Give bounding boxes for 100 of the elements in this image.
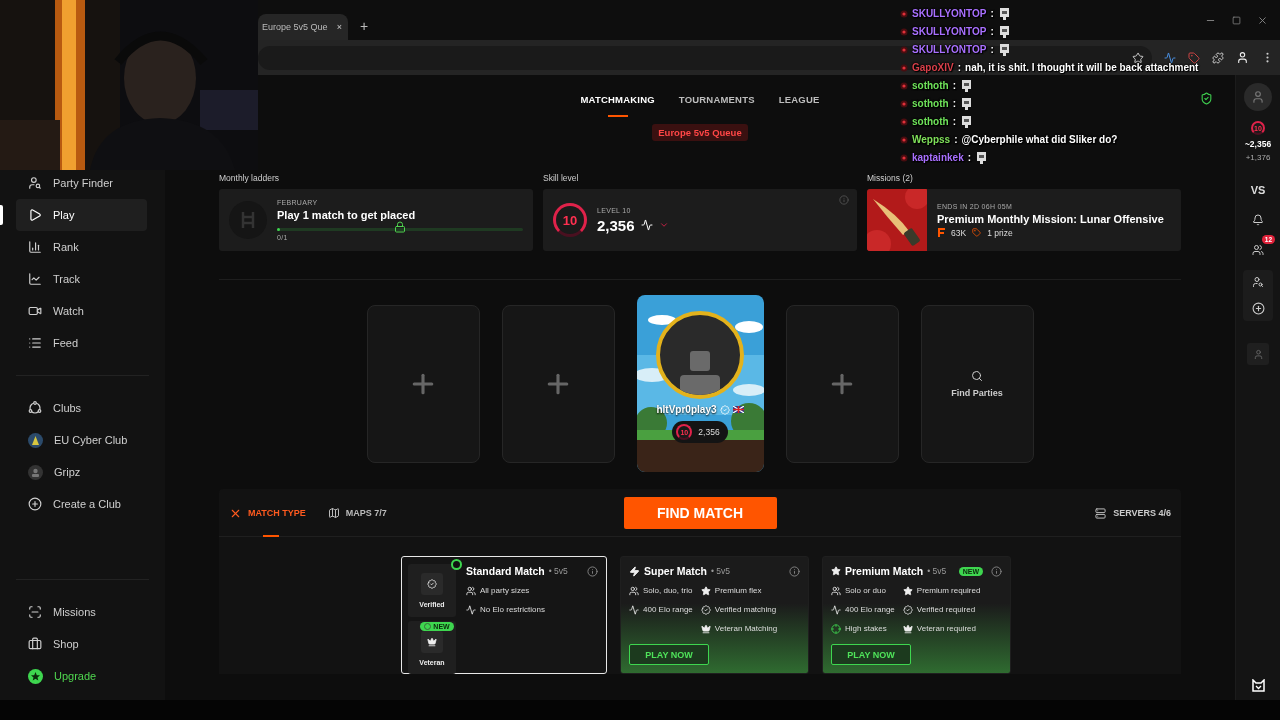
find-parties-slot[interactable]: Find Parties <box>920 304 1034 463</box>
lightning-icon <box>629 565 640 577</box>
new-tab-button[interactable]: + <box>360 18 369 34</box>
elo-change: +1,376 <box>1245 153 1271 162</box>
play-now-button[interactable]: PLAY NOW <box>629 644 709 665</box>
panel-tab[interactable]: MAPS 7/7 <box>327 489 387 537</box>
video-camera-icon <box>28 304 42 318</box>
sidebar-item[interactable]: Create a Club <box>16 488 147 520</box>
match-type-card[interactable]: Super Match • 5v5 Solo, duo, trio 400 Elo range Premium flex Verified matching Veteran Matching PLAY NOW <box>620 556 809 674</box>
sidebar-item[interactable]: Upgrade <box>16 660 147 692</box>
queue-badge: Europe 5v5 Queue <box>652 124 748 141</box>
chat-username: kaptainkek <box>912 152 964 163</box>
circle-nodes-icon <box>28 401 42 415</box>
chat-separator: : <box>967 152 972 163</box>
nav-tab[interactable]: MATCHMAKING <box>580 90 655 117</box>
shield-icon[interactable] <box>1200 92 1213 105</box>
check-badge-icon <box>427 579 437 589</box>
selection-indicator <box>0 205 3 225</box>
star-icon <box>902 585 913 596</box>
puzzle-icon[interactable] <box>1212 51 1224 64</box>
sidebar-item[interactable]: Watch <box>16 295 147 327</box>
users-icon <box>831 585 841 596</box>
users-icon <box>629 585 639 596</box>
chat-username: SKULLYONTOP <box>912 44 987 55</box>
star-badge-icon <box>28 668 43 684</box>
chat-message: nah, it is shit. I thought it will be back attachment <box>965 62 1199 73</box>
browser-tab[interactable]: Europe 5v5 Que × <box>258 14 348 40</box>
info-icon[interactable] <box>789 565 800 577</box>
user-search-icon[interactable] <box>1252 276 1264 288</box>
friends-icon[interactable] <box>1252 244 1264 256</box>
crown-icon <box>427 636 437 647</box>
feature-text: High stakes <box>845 624 887 633</box>
feature-text: Veteran required <box>916 624 976 633</box>
sidebar-item[interactable]: Track <box>16 263 147 295</box>
chat-message: @Cyberphile what did Sliker do? <box>961 134 1118 145</box>
user-avatar <box>28 464 43 480</box>
sidebar-item[interactable]: Rank <box>16 231 147 263</box>
zigzag-icon <box>629 604 639 615</box>
emote-icon <box>960 78 973 93</box>
chat-username: SKULLYONTOP <box>912 8 987 19</box>
emote-icon <box>997 24 1011 39</box>
elo-value: ~2,356 <box>1244 139 1272 149</box>
chat-separator: : <box>990 26 994 37</box>
bar-chart-icon <box>28 240 42 254</box>
plus-circle-icon[interactable] <box>1251 302 1265 315</box>
sidebar-item[interactable]: EU Cyber Club <box>16 424 147 456</box>
sidebar-item[interactable]: Feed <box>16 327 147 359</box>
star-icon <box>700 585 711 596</box>
tab-close[interactable]: × <box>336 22 342 32</box>
chat-separator: : <box>957 62 962 73</box>
users-icon <box>466 585 476 596</box>
feature-text: Premium required <box>916 586 981 595</box>
crosshair-icon <box>831 623 841 634</box>
logo-icon[interactable] <box>1251 679 1265 692</box>
sidebar-item[interactable]: Party Finder <box>16 167 147 199</box>
info-icon[interactable] <box>587 565 598 577</box>
feature-text: 400 Elo range <box>643 605 693 614</box>
tag-icon[interactable] <box>1188 51 1200 64</box>
ladder-title: Play 1 match to get placed <box>277 209 417 221</box>
zigzag-icon <box>466 604 476 615</box>
plus-circle-icon <box>28 497 42 511</box>
sidebar-item[interactable]: Shop <box>16 628 147 660</box>
user-avatar[interactable] <box>1244 83 1272 111</box>
maximize-icon[interactable] <box>1232 14 1241 26</box>
match-title: Standard Match <box>466 565 545 577</box>
chat-username: SKULLYONTOP <box>912 26 987 37</box>
nav-tab[interactable]: TOURNAMENTS <box>678 90 755 117</box>
servers-button[interactable]: SERVERS 4/6 <box>1095 507 1171 519</box>
versus-button[interactable]: VS <box>1250 184 1266 196</box>
close-icon[interactable] <box>1257 14 1268 26</box>
people-search-icon <box>28 176 42 190</box>
profile-icon[interactable] <box>1236 51 1249 64</box>
list-icon <box>28 336 42 350</box>
sidebar-item[interactable]: Clubs <box>16 392 147 424</box>
verified-icon <box>719 404 730 415</box>
target-frame-icon <box>28 605 42 619</box>
level-badge: 10 <box>553 203 587 237</box>
sidebar-item[interactable]: Gripz <box>16 456 147 488</box>
feature-text: Solo, duo, trio <box>643 586 693 595</box>
star-icon <box>831 566 841 576</box>
mission-prize: 1 prize <box>987 227 1013 238</box>
nav-tab[interactable]: LEAGUE <box>778 90 820 117</box>
tag-icon <box>972 228 982 237</box>
play-now-button[interactable]: PLAY NOW <box>831 644 911 665</box>
bell-icon[interactable] <box>1252 214 1264 226</box>
info-icon[interactable] <box>991 565 1002 577</box>
match-title: Super Match <box>644 565 707 577</box>
panel-tab[interactable]: MATCH TYPE <box>229 489 306 537</box>
check-badge-icon <box>902 604 913 615</box>
section-heading: Missions (2) <box>867 173 914 183</box>
match-format: • 5v5 <box>711 566 731 576</box>
server-icon <box>1095 507 1107 519</box>
club-avatar <box>28 432 43 448</box>
emote-icon <box>997 42 1011 57</box>
chat-username: Weppss <box>912 134 951 145</box>
chat-username: sothoth <box>912 98 949 109</box>
elo-value: 2,356 <box>597 216 635 234</box>
sidebar-item[interactable]: Missions <box>16 596 147 628</box>
emote-icon <box>960 114 973 129</box>
star-icon[interactable] <box>1132 51 1144 64</box>
